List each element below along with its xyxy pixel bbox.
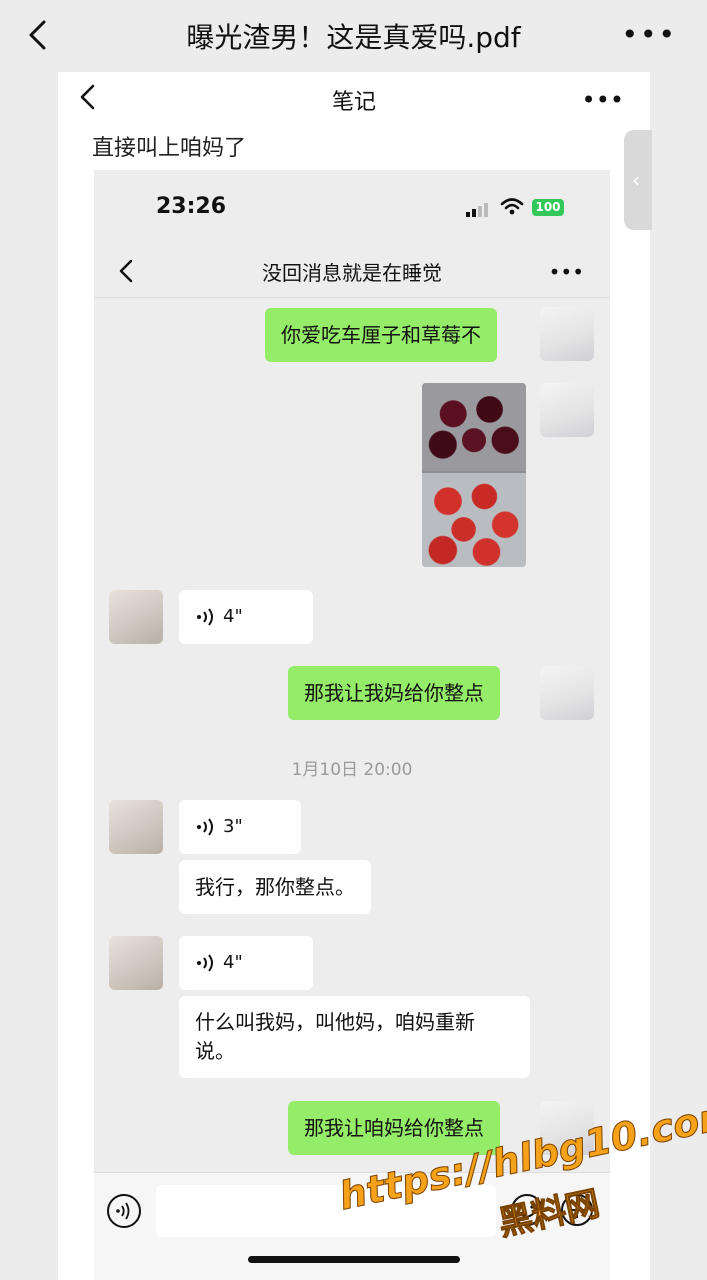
voice-duration: 4" [223,952,243,973]
status-time: 23:26 [156,194,227,219]
voice-duration: 3" [223,816,243,837]
avatar-other[interactable] [109,800,163,854]
battery-icon: 100 [532,199,564,216]
avatar-other[interactable] [109,936,163,990]
message-text: 我行，那你整点。 [195,875,355,899]
message-bubble-other[interactable]: 我行，那你整点。 [179,860,371,914]
chat-title: 没回消息就是在睡觉 [262,261,442,285]
document-title: 曝光渣男！这是真爱吗.pdf [186,21,521,54]
strawberries-photo [422,473,526,567]
message-text-line2: 说。 [195,1039,235,1063]
note-nav-title: 笔记 [331,90,376,115]
avatar-self[interactable] [540,666,594,720]
chevron-left-icon: ‹ [632,168,640,192]
note-more-dots-icon[interactable]: ••• [582,88,624,112]
signal-icon [466,203,488,217]
voice-wave-icon [197,954,213,972]
avatar-self[interactable] [540,383,594,437]
voice-wave-icon [197,818,213,836]
message-text: 那我让我妈给你整点 [304,681,484,705]
note-text: 直接叫上咱妈了 [92,136,247,161]
back-chevron-icon[interactable] [22,18,56,52]
voice-message-other[interactable]: 4" [179,590,313,644]
more-dots-icon[interactable]: ••• [621,21,677,49]
voice-duration: 4" [223,606,243,627]
avatar-other[interactable] [109,590,163,644]
message-text: 你爱吃车厘子和草莓不 [281,323,481,347]
message-bubble-other[interactable]: 什么叫我妈，叫他妈，咱妈重新 说。 [179,996,530,1078]
chat-timestamp: 1月10日 20:00 [291,760,413,780]
chat-header: 没回消息就是在睡觉 ••• [94,248,610,298]
message-text-line1: 什么叫我妈，叫他妈，咱妈重新 [195,1010,475,1034]
wifi-icon [500,198,524,215]
cherries-photo [422,383,526,471]
message-bubble-self[interactable]: 你爱吃车厘子和草莓不 [265,308,497,362]
message-image-self[interactable] [422,383,526,567]
side-drawer-handle[interactable]: ‹ [624,130,652,230]
viewer-top-bar: 曝光渣男！这是真爱吗.pdf ••• [0,0,707,72]
voice-message-other[interactable]: 3" [179,800,301,854]
voice-message-other[interactable]: 4" [179,936,313,990]
voice-input-icon[interactable] [106,1193,142,1229]
voice-wave-icon [197,608,213,626]
avatar-self[interactable] [540,307,594,361]
chat-more-dots-icon[interactable]: ••• [549,262,584,282]
phone-status-bar: 23:26 100 [94,170,610,248]
message-bubble-self[interactable]: 那我让我妈给你整点 [288,666,500,720]
